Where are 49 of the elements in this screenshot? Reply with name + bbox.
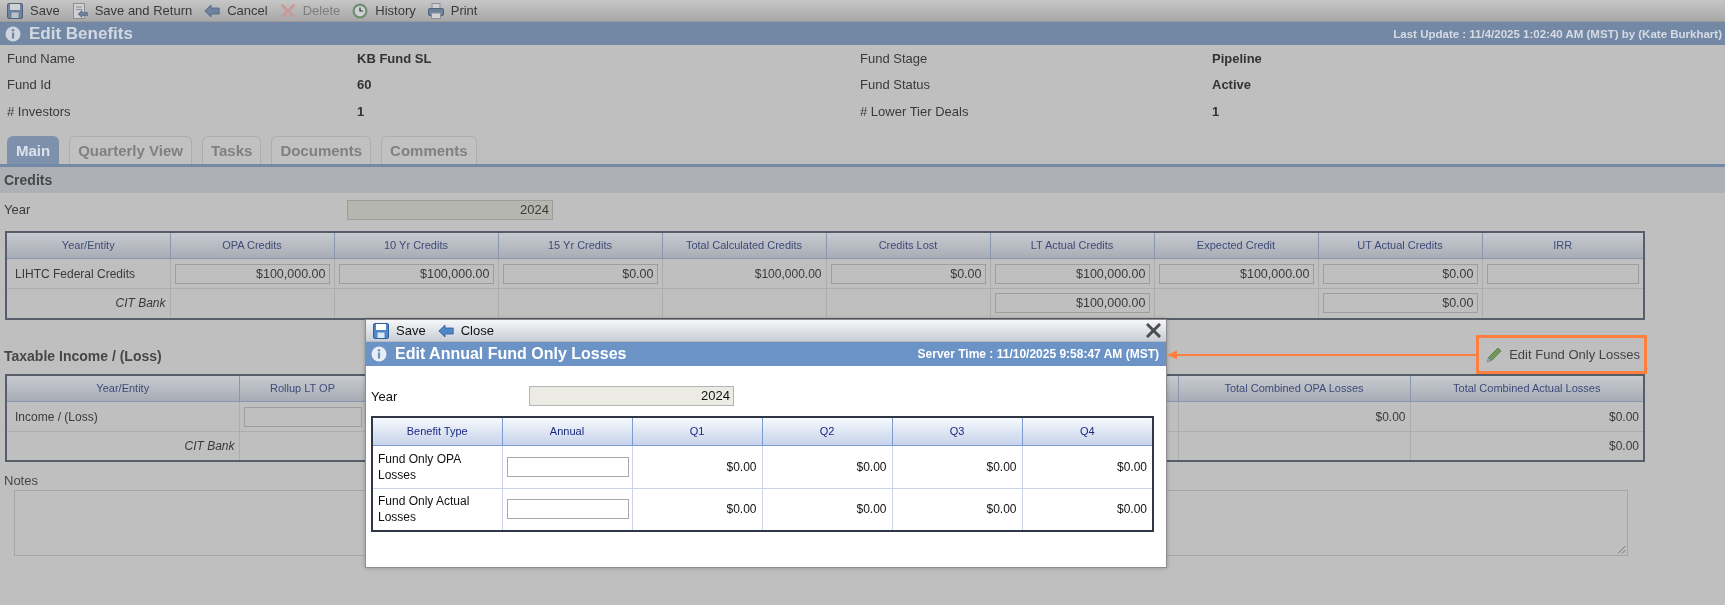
column-header: Total Calculated Credits (662, 231, 826, 259)
column-header: Expected Credit (1154, 231, 1318, 259)
field-value: 1 (1212, 103, 1221, 119)
column-header: 15 Yr Credits (498, 231, 662, 259)
row-label: LIHTC Federal Credits (6, 258, 170, 289)
field-value: Active (1212, 77, 1253, 93)
table-cell: $100,000.00 (662, 258, 826, 289)
field-label: Fund Id (7, 77, 53, 93)
column-header: Q4 (1022, 417, 1153, 445)
field-value: 60 (357, 77, 373, 93)
field-label: Fund Stage (860, 50, 929, 66)
column-header: Total Combined Actual Losses (1410, 374, 1644, 402)
field-label: Year (371, 388, 399, 404)
column-header: Q3 (892, 417, 1022, 445)
row-label: Fund Only OPA Losses (372, 445, 502, 488)
column-header: Credits Lost (826, 231, 990, 259)
table-cell: $0.00 (632, 445, 762, 488)
column-header: UT Actual Credits (1318, 231, 1482, 259)
field-value: KB Fund SL (357, 50, 433, 66)
field-label: # Lower Tier Deals (860, 103, 970, 119)
row-label: Income / (Loss) (6, 401, 239, 432)
last-update-text: Last Update : 11/4/2025 1:02:40 AM (MST) by (Kate Burkhart) (1393, 27, 1722, 40)
field-label: Fund Name (7, 50, 76, 66)
page-title: Edit Benefits (29, 23, 133, 44)
column-header: IRR (1482, 231, 1644, 259)
server-time-text: Server Time : 11/10/2025 9:58:47 AM (MST) (917, 347, 1159, 361)
field-value: 1 (357, 103, 366, 119)
column-header: Rollup LT OP (239, 374, 366, 402)
column-header: Q1 (632, 417, 762, 445)
field-value: Pipeline (1212, 50, 1263, 66)
field-label: Notes (4, 473, 38, 488)
table-cell: $0.00 (892, 445, 1022, 488)
field-label: # Investors (7, 103, 72, 119)
column-header: LT Actual Credits (990, 231, 1154, 259)
column-header: Q2 (762, 417, 892, 445)
dialog-title: Edit Annual Fund Only Losses (395, 345, 627, 363)
field-label: Year (4, 202, 32, 217)
column-header: OPA Credits (170, 231, 334, 259)
column-header: Year/Entity (6, 374, 239, 402)
field-label: Fund Status (860, 77, 932, 93)
section-title: Taxable Income / (Loss) (4, 346, 162, 364)
table-cell: $0.00 (762, 445, 892, 488)
column-header: 10 Yr Credits (334, 231, 498, 259)
table-cell: $0.00 (1178, 401, 1410, 432)
column-header: Annual (502, 417, 632, 445)
column-header: Total Combined OPA Losses (1178, 374, 1410, 402)
section-header: Credits (0, 166, 1725, 193)
column-header: Year/Entity (6, 231, 170, 259)
column-header: Benefit Type (372, 417, 502, 445)
